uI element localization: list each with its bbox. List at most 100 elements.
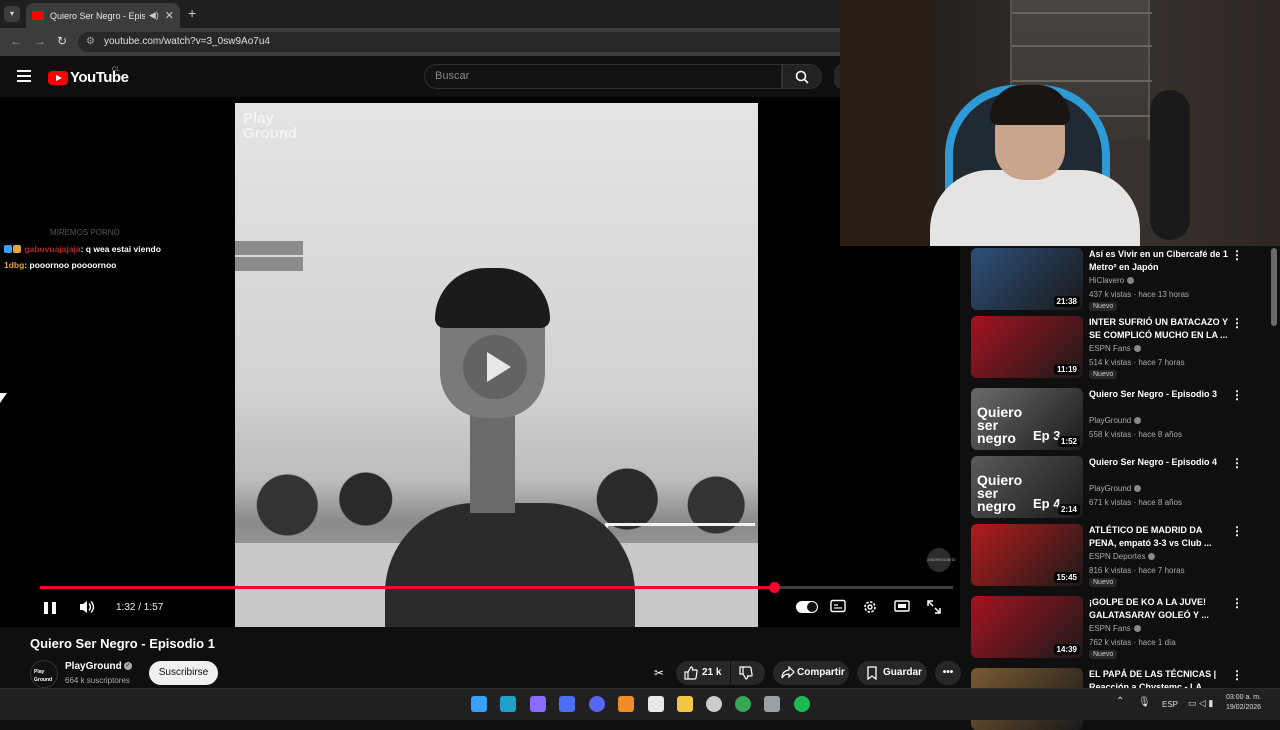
microphone-icon[interactable]: 🎙 — [1138, 697, 1151, 708]
video-thumbnail[interactable]: Quiero ser negro Ep 4 2:14 — [971, 456, 1083, 518]
channel-name[interactable]: PlayGround — [65, 661, 122, 672]
clock[interactable]: 03:00 a. m. 19/02/2026 — [1226, 693, 1261, 713]
recommendation-channel[interactable]: HiClavero — [1089, 276, 1135, 285]
progress-scrubber[interactable] — [768, 582, 780, 593]
recommendation-title[interactable]: ATLÉTICO DE MADRID DA PENA, empató 3-3 v… — [1089, 524, 1229, 550]
more-options-icon[interactable]: ⋮ — [1231, 316, 1243, 330]
save-label: Guardar — [883, 667, 922, 678]
theater-mode-button[interactable] — [894, 599, 914, 617]
app-icon[interactable] — [559, 696, 575, 712]
video-thumbnail[interactable]: Quiero ser negro Ep 3 1:52 — [971, 388, 1083, 450]
verified-icon — [1127, 277, 1135, 284]
file-icon[interactable] — [648, 696, 664, 712]
more-options-icon[interactable]: ⋮ — [1231, 596, 1243, 610]
tab-search-button[interactable]: ▾ — [4, 6, 20, 22]
recommendation-title[interactable]: ¡GOLPE DE KO A LA JUVE! GALATASARAY GOLE… — [1089, 596, 1229, 622]
speaker-icon[interactable]: ◀) — [149, 10, 159, 21]
thumbs-up-icon — [684, 666, 698, 680]
recommendation-title[interactable]: Quiero Ser Negro - Episodio 3 — [1089, 388, 1229, 401]
tab-close-icon[interactable]: ✕ — [165, 9, 174, 22]
network-volume-battery-icons[interactable]: ▭ ◁ ▮ — [1188, 698, 1222, 709]
big-play-icon[interactable] — [463, 335, 527, 399]
recommendation-channel[interactable]: PlayGround — [1089, 484, 1142, 493]
chrome-icon[interactable] — [735, 696, 751, 712]
youtube-play-icon — [48, 70, 68, 85]
video-watermark: Play Ground — [243, 110, 298, 142]
reload-icon[interactable]: ↻ — [57, 34, 67, 48]
save-button[interactable]: Guardar — [857, 661, 927, 685]
more-options-icon[interactable]: ⋮ — [1231, 456, 1243, 470]
spotify-icon[interactable] — [794, 696, 810, 712]
more-options-icon[interactable]: ⋮ — [1231, 524, 1243, 538]
more-actions-button[interactable]: ••• — [935, 661, 961, 685]
like-button[interactable]: 21 k — [676, 661, 730, 685]
gear-icon — [864, 601, 876, 613]
fl-studio-icon[interactable] — [618, 696, 634, 712]
recommendation-title[interactable]: Quiero Ser Negro - Episodio 4 — [1089, 456, 1229, 469]
share-button[interactable]: Compartir — [773, 661, 849, 685]
site-info-icon[interactable]: ⚙ — [86, 32, 95, 52]
recommendation-title[interactable]: Así es Vivir en un Cibercafé de 1 Metro²… — [1089, 248, 1229, 274]
search-input[interactable]: Buscar — [424, 64, 782, 89]
address-bar[interactable]: ⚙ youtube.com/watch?v=3_0sw9Ao7u4 — [78, 32, 840, 52]
recommendation-channel[interactable]: ESPN Deportes — [1089, 552, 1156, 561]
badge-icon — [4, 245, 12, 253]
sidebar-scrollbar[interactable] — [1271, 248, 1277, 326]
obs-icon[interactable] — [706, 696, 722, 712]
recommendation-channel[interactable]: ESPN Fans — [1089, 624, 1141, 633]
edge-icon[interactable] — [500, 696, 516, 712]
more-options-icon[interactable]: ⋮ — [1231, 668, 1243, 682]
recommendation-channel[interactable]: ESPN Fans — [1089, 344, 1141, 353]
recommendation-item[interactable]: 14:39 ¡GOLPE DE KO A LA JUVE! GALATASARAY… — [971, 596, 1261, 659]
recommendation-item[interactable]: 21:38 Así es Vivir en un Cibercafé de 1 M… — [971, 248, 1261, 311]
video-thumbnail[interactable]: 21:38 — [971, 248, 1083, 310]
share-label: Compartir — [797, 667, 845, 678]
more-options-icon[interactable]: ⋮ — [1231, 388, 1243, 402]
channel-avatar[interactable]: Play Ground — [30, 660, 58, 688]
forward-icon[interactable]: → — [34, 34, 46, 48]
discord-icon[interactable] — [589, 696, 605, 712]
menu-icon[interactable] — [17, 70, 31, 82]
settings-button[interactable] — [862, 599, 882, 617]
recommendation-channel[interactable]: PlayGround — [1089, 416, 1142, 425]
autoplay-toggle[interactable] — [796, 601, 818, 613]
pause-button[interactable] — [42, 599, 62, 617]
url-text: youtube.com/watch?v=3_0sw9Ao7u4 — [104, 36, 270, 47]
search-button[interactable] — [782, 64, 822, 89]
video-thumbnail[interactable]: 11:19 — [971, 316, 1083, 378]
chat-message: 1dbg: pooornoo poooornoo — [4, 260, 117, 270]
region-code: CL — [112, 67, 120, 73]
volume-button[interactable] — [78, 599, 98, 617]
subscribe-button[interactable]: Suscribirse — [149, 661, 218, 685]
tab-title: Quiero Ser Negro - Episodio — [50, 10, 145, 21]
tray-overflow-icon[interactable]: ⌃ — [1116, 696, 1124, 707]
volume-icon — [80, 601, 95, 613]
back-icon[interactable]: ← — [10, 34, 22, 48]
language-indicator[interactable]: ESP — [1162, 700, 1178, 709]
start-icon[interactable] — [471, 696, 487, 712]
channel-watermark[interactable]: ANDRESDAVID — [927, 548, 956, 572]
video-thumbnail[interactable]: 15:45 — [971, 524, 1083, 586]
video-thumbnail[interactable]: 14:39 — [971, 596, 1083, 658]
recommendation-item[interactable]: 11:19 INTER SUFRIÓ UN BATACAZO Y SE COMPL… — [971, 316, 1261, 379]
dislike-button[interactable] — [731, 661, 765, 685]
recommendation-title[interactable]: INTER SUFRIÓ UN BATACAZO Y SE COMPLICÓ M… — [1089, 316, 1229, 342]
recommendation-meta: 671 k vistas · hace 8 años — [1089, 498, 1182, 507]
more-options-icon[interactable]: ⋮ — [1231, 248, 1243, 262]
explorer-icon[interactable] — [677, 696, 693, 712]
progress-bar[interactable] — [40, 586, 953, 589]
recommendation-meta: 816 k vistas · hace 7 horas — [1089, 566, 1185, 575]
recommendation-item[interactable]: Quiero ser negro Ep 3 1:52 Quiero Ser Negro… — [971, 388, 1261, 450]
recommendation-item[interactable]: Quiero ser negro Ep 4 2:14 Quiero Ser Negro… — [971, 456, 1261, 518]
new-tab-button[interactable]: + — [188, 5, 196, 21]
subtitles-button[interactable] — [830, 599, 850, 617]
settings-icon[interactable] — [764, 696, 780, 712]
clip-icon[interactable]: ✂ — [654, 666, 664, 680]
browser-tab[interactable]: Quiero Ser Negro - Episodio ◀) ✕ — [26, 3, 180, 28]
thumbnail-text: Quiero ser negro — [977, 404, 1023, 446]
new-badge: Nuevo — [1089, 578, 1118, 587]
recommendation-item[interactable]: 15:45 ATLÉTICO DE MADRID DA PENA, empató … — [971, 524, 1261, 587]
recommendation-meta: 437 k vistas · hace 13 horas — [1089, 290, 1190, 299]
copilot-icon[interactable] — [530, 696, 546, 712]
fullscreen-exit-button[interactable] — [926, 599, 946, 617]
